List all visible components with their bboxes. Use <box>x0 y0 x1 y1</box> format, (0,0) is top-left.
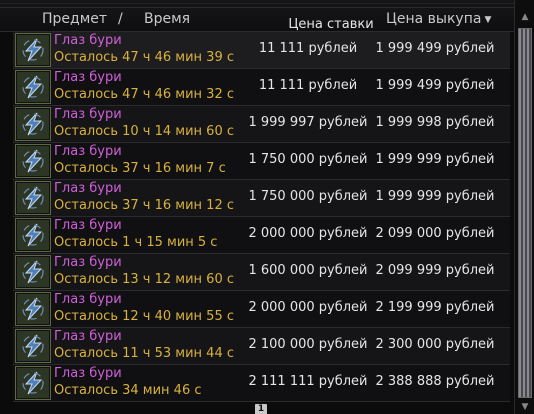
time-remaining: Осталось 12 ч 40 мин 55 с <box>54 309 234 324</box>
buyout-price: 1 999 999 рублей <box>375 152 495 167</box>
auction-row[interactable]: Глаз бури Осталось 37 ч 16 мин 7 с 1 750… <box>13 143 510 180</box>
scroll-thumb[interactable] <box>518 28 532 398</box>
buyout-price: 2 300 000 рублей <box>375 337 495 352</box>
storm-eye-icon <box>15 181 51 215</box>
auction-row[interactable]: Глаз бури Осталось 47 ч 46 мин 39 с 11 1… <box>13 32 510 69</box>
item-name[interactable]: Глаз бури <box>54 292 122 307</box>
item-name[interactable]: Глаз бури <box>54 218 122 233</box>
scroll-down-icon[interactable]: ▼ <box>518 400 532 414</box>
time-remaining: Осталось 10 ч 14 мин 60 с <box>54 124 234 139</box>
item-name[interactable]: Глаз бури <box>54 70 122 85</box>
bid-price: 2 000 000 рублей <box>248 300 368 315</box>
bid-price: 1 750 000 рублей <box>248 152 368 167</box>
sort-by-bid-header[interactable]: Цена ставки <box>266 17 396 32</box>
buyout-header-label: Цена выкупа <box>386 11 482 27</box>
sort-by-time-header[interactable]: Время <box>144 11 190 27</box>
item-name[interactable]: Глаз бури <box>54 181 122 196</box>
time-remaining: Осталось 34 мин 46 с <box>54 383 202 398</box>
auction-row[interactable]: Глаз бури Осталось 11 ч 53 мин 44 с 2 10… <box>13 328 510 365</box>
time-remaining: Осталось 37 ч 16 мин 7 с <box>54 161 226 176</box>
auction-row[interactable]: Глаз бури Осталось 37 ч 16 мин 12 с 1 75… <box>13 180 510 217</box>
buyout-price: 2 099 999 рублей <box>375 263 495 278</box>
bid-price: 1 750 000 рублей <box>248 189 368 204</box>
auction-row[interactable]: Глаз бури Осталось 34 мин 46 с 2 111 111… <box>13 365 510 402</box>
vertical-scrollbar[interactable]: ▲ ▼ <box>514 0 534 414</box>
item-name[interactable]: Глаз бури <box>54 329 122 344</box>
page-number[interactable]: 1 <box>255 404 267 414</box>
time-remaining: Осталось 1 ч 15 мин 5 с <box>54 235 218 250</box>
time-remaining: Осталось 37 ч 16 мин 12 с <box>54 198 234 213</box>
storm-eye-icon <box>15 292 51 326</box>
auction-row[interactable]: Глаз бури Осталось 10 ч 14 мин 60 с 1 99… <box>13 106 510 143</box>
auction-row[interactable]: Глаз бури Осталось 13 ч 12 мин 60 с 1 60… <box>13 254 510 291</box>
bid-price: 1 999 997 рублей <box>248 115 368 130</box>
item-name[interactable]: Глаз бури <box>54 107 122 122</box>
item-name[interactable]: Глаз бури <box>54 33 122 48</box>
buyout-price: 1 999 998 рублей <box>375 115 495 130</box>
bid-price: 11 111 рублей <box>258 78 358 93</box>
scroll-up-icon[interactable]: ▲ <box>518 10 532 24</box>
storm-eye-icon <box>15 218 51 252</box>
storm-eye-icon <box>15 70 51 104</box>
sort-by-buyout-header[interactable]: Цена выкупа ▼ <box>386 11 491 27</box>
time-remaining: Осталось 11 ч 53 мин 44 с <box>54 346 234 361</box>
buyout-price: 1 999 499 рублей <box>375 78 495 93</box>
pagination: 1 <box>13 402 510 414</box>
item-name[interactable]: Глаз бури <box>54 255 122 270</box>
time-remaining: Осталось 13 ч 12 мин 60 с <box>54 272 234 287</box>
buyout-price: 2 388 888 рублей <box>375 374 495 389</box>
buyout-price: 1 999 499 рублей <box>375 41 495 56</box>
buyout-price: 1 999 999 рублей <box>375 189 495 204</box>
bid-price: 11 111 рублей <box>258 41 358 56</box>
sort-by-item-header[interactable]: Предмет <box>42 11 107 27</box>
column-header: Предмет / Время Цена ставки Цена выкупа ▼ <box>0 8 514 32</box>
item-name[interactable]: Глаз бури <box>54 144 122 159</box>
auction-listing: Глаз бури Осталось 47 ч 46 мин 39 с 11 1… <box>13 32 510 402</box>
bid-price: 2 111 111 рублей <box>248 374 368 389</box>
auction-row[interactable]: Глаз бури Осталось 12 ч 40 мин 55 с 2 00… <box>13 291 510 328</box>
time-remaining: Осталось 47 ч 46 мин 39 с <box>54 50 234 65</box>
storm-eye-icon <box>15 255 51 289</box>
storm-eye-icon <box>15 144 51 178</box>
time-remaining: Осталось 47 ч 46 мин 32 с <box>54 87 234 102</box>
bid-price: 2 000 000 рублей <box>248 226 368 241</box>
auction-row[interactable]: Глаз бури Осталось 1 ч 15 мин 5 с 2 000 … <box>13 217 510 254</box>
storm-eye-icon <box>15 107 51 141</box>
bid-price: 1 600 000 рублей <box>248 263 368 278</box>
buyout-price: 2 099 000 рублей <box>375 226 495 241</box>
buyout-price: 2 199 999 рублей <box>375 300 495 315</box>
auction-row[interactable]: Глаз бури Осталось 47 ч 46 мин 32 с 11 1… <box>13 69 510 106</box>
storm-eye-icon <box>15 329 51 363</box>
bid-price: 2 100 000 рублей <box>248 337 368 352</box>
item-name[interactable]: Глаз бури <box>54 366 122 381</box>
storm-eye-icon <box>15 33 51 67</box>
window-top-frame <box>0 0 534 8</box>
header-separator: / <box>118 11 123 27</box>
storm-eye-icon <box>15 366 51 400</box>
sort-descending-icon: ▼ <box>484 15 492 25</box>
